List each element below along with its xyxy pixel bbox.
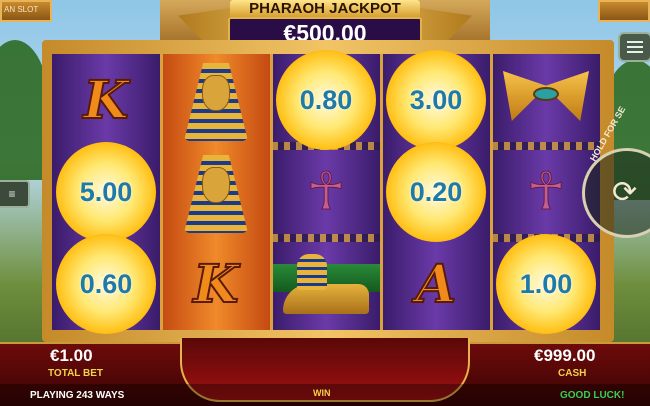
reel-cell: 1.00 xyxy=(492,234,600,334)
reel-cell: 0.20 xyxy=(382,142,490,242)
sun-value: 5.00 xyxy=(79,176,133,207)
reel-cell xyxy=(162,146,270,238)
sun-value: 3.00 xyxy=(409,84,463,115)
total-bet-value[interactable]: €1.00 xyxy=(50,346,93,366)
reels-area: K 5.00 0.60 K 0.80 ☥ 3.00 0.20 A ☥ 1.00 xyxy=(52,50,600,334)
bet-settings-button[interactable]: ≡ xyxy=(0,180,30,208)
ankh-icon: ☥ xyxy=(306,163,346,222)
menu-icon-line xyxy=(627,46,643,48)
eye-of-horus-icon xyxy=(503,65,589,135)
cash-label: CASH xyxy=(558,368,587,379)
corner-tab-text: AN SLOT xyxy=(4,5,39,14)
reel-cell: ☥ xyxy=(272,146,380,238)
cash-value: €999.00 xyxy=(534,346,596,365)
sun-bonus-icon: 0.20 xyxy=(386,142,486,242)
reel-cell xyxy=(492,54,600,146)
sun-bonus-icon: 1.00 xyxy=(496,234,596,334)
reel-separator xyxy=(490,54,493,330)
sun-value: 0.80 xyxy=(299,84,353,115)
pharaoh-face xyxy=(202,167,230,203)
reel-cell: 0.80 xyxy=(272,50,380,150)
good-luck-text: GOOD LUCK! xyxy=(560,390,625,401)
win-label: WIN xyxy=(313,388,331,398)
reel-cell xyxy=(162,54,270,146)
sun-bonus-icon: 0.60 xyxy=(56,234,156,334)
jackpot-title: PHARAOH JACKPOT xyxy=(230,0,420,18)
ankh-icon: ☥ xyxy=(526,163,566,222)
reel-2: K xyxy=(162,54,270,330)
reel-1: K 5.00 0.60 xyxy=(52,54,160,334)
reel-cell: 0.60 xyxy=(52,234,160,334)
reel-cell: K xyxy=(52,54,160,146)
menu-icon-line xyxy=(627,41,643,43)
reel-separator xyxy=(160,54,163,330)
pharaoh-face xyxy=(202,75,230,111)
sun-bonus-icon: 0.80 xyxy=(276,50,376,150)
sphinx-head xyxy=(297,254,327,290)
reel-cell: A xyxy=(382,238,490,330)
reel-cell xyxy=(272,238,380,330)
reel-separator xyxy=(270,54,273,330)
menu-button[interactable] xyxy=(618,32,650,62)
pharaoh-mask-icon xyxy=(180,57,252,143)
reel-3: 0.80 ☥ xyxy=(272,50,380,330)
ways-text: PLAYING 243 WAYS xyxy=(30,390,125,401)
letter-symbol: A xyxy=(415,253,457,316)
sun-value: 0.60 xyxy=(79,268,133,299)
sun-bonus-icon: 5.00 xyxy=(56,142,156,242)
total-bet-label: TOTAL BET xyxy=(48,368,103,379)
sun-bonus-icon: 3.00 xyxy=(386,50,486,150)
reel-4: 3.00 0.20 A xyxy=(382,50,490,330)
spin-arrows-icon: ⟳ xyxy=(612,176,638,209)
menu-icon-line xyxy=(627,51,643,53)
sphinx-icon xyxy=(283,254,369,314)
pharaoh-mask-icon xyxy=(180,149,252,235)
letter-symbol: K xyxy=(192,253,239,316)
corner-tab-right xyxy=(598,0,650,22)
reel-cell: K xyxy=(162,238,270,330)
sun-value: 0.20 xyxy=(409,176,463,207)
sun-value: 1.00 xyxy=(519,268,573,299)
reel-cell: 3.00 xyxy=(382,50,490,150)
reel-separator xyxy=(380,54,383,330)
corner-tab-left: AN SLOT xyxy=(0,0,52,22)
horus-eye xyxy=(533,87,559,101)
letter-symbol: K xyxy=(82,69,129,132)
reel-cell: 5.00 xyxy=(52,142,160,242)
